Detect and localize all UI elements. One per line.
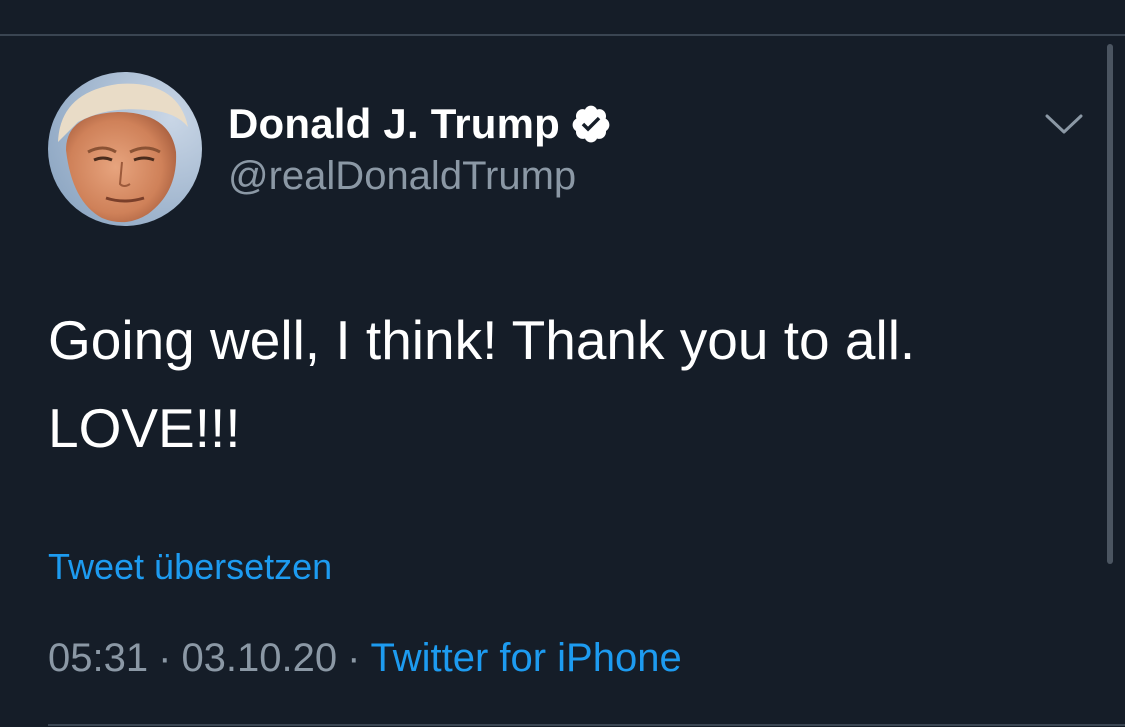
avatar[interactable]	[48, 72, 202, 226]
translate-tweet-link[interactable]: Tweet übersetzen	[48, 546, 332, 588]
name-row: Donald J. Trump	[228, 96, 612, 152]
scrollbar[interactable]	[1107, 44, 1113, 564]
tweet-text: Going well, I think! Thank you to all. L…	[48, 309, 916, 459]
chevron-down-icon[interactable]	[1043, 108, 1085, 138]
tweet-detail-screen: Donald J. Trump @realDonaldTrump Going w…	[0, 0, 1125, 727]
tweet-source-link[interactable]: Twitter for iPhone	[370, 636, 681, 680]
author-handle[interactable]: @realDonaldTrump	[228, 154, 612, 199]
separator-dot: ·	[347, 636, 361, 680]
tweet-date[interactable]: 03.10.20	[181, 636, 337, 680]
separator-dot: ·	[158, 636, 172, 680]
author-name[interactable]: Donald J. Trump	[228, 100, 560, 148]
tweet-meta: 05:31 · 03.10.20 · Twitter for iPhone	[48, 636, 682, 681]
avatar-image	[48, 72, 202, 226]
verified-badge-icon	[570, 103, 612, 145]
author-block[interactable]: Donald J. Trump @realDonaldTrump	[228, 96, 612, 199]
tweet-time[interactable]: 05:31	[48, 636, 148, 680]
top-divider	[0, 34, 1125, 36]
bottom-divider	[48, 724, 1125, 726]
